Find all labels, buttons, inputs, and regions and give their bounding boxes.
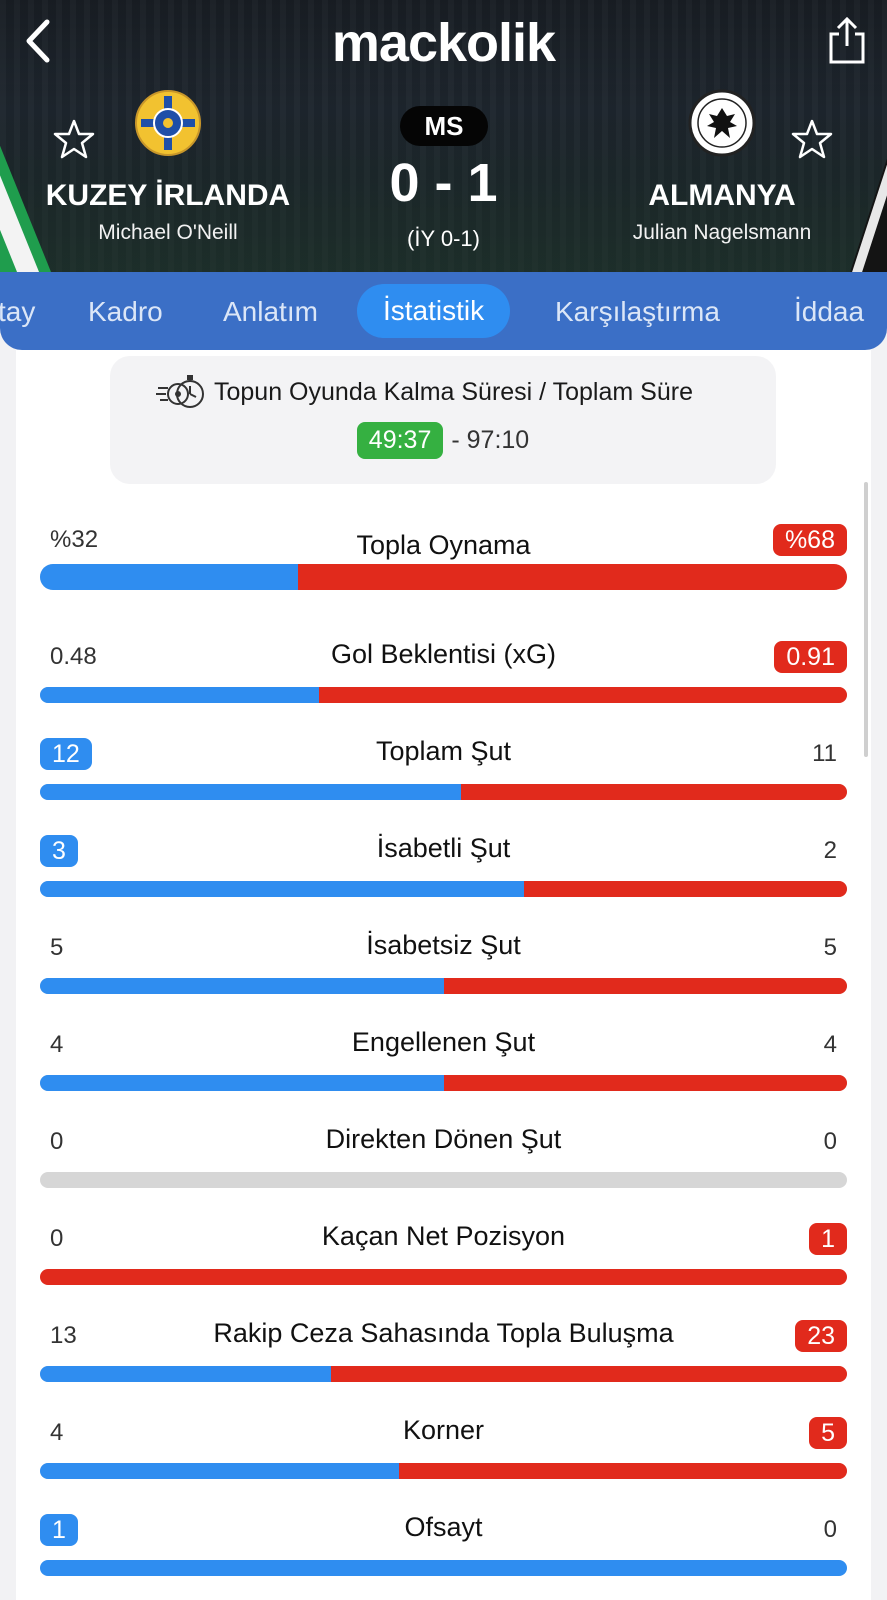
stat-label: İsabetli Şut	[376, 833, 511, 863]
ball-in-play-times: 49:37- 97:10	[110, 422, 776, 459]
stat-row-shots-on-target: 3 İsabetli Şut 2	[40, 827, 847, 907]
total-time: - 97:10	[451, 426, 530, 454]
stat-bar	[40, 784, 847, 800]
stat-row-offsides: 1 Ofsayt 0	[40, 1506, 847, 1586]
stat-away-value: 23	[795, 1320, 847, 1352]
app-logo: mackolik	[331, 13, 556, 73]
stat-bar-home	[40, 978, 444, 994]
tab-kadro[interactable]: Kadro	[88, 292, 163, 332]
stat-row-shots-off-target: 5 İsabetsiz Şut 5	[40, 924, 847, 1004]
stat-away-value: 5	[823, 934, 837, 961]
share-button[interactable]	[825, 16, 869, 66]
stat-bar-away	[318, 687, 847, 703]
stat-away-value: %68	[772, 524, 847, 556]
scrollbar[interactable]	[864, 482, 868, 757]
home-team-crest-icon	[135, 90, 201, 156]
stat-label: Direkten Dönen Şut	[325, 1124, 562, 1154]
stat-row-blocked-shots: 4 Engellenen Şut 4	[40, 1021, 847, 1101]
stat-away-value: 5	[809, 1417, 847, 1449]
stat-bar	[40, 1269, 847, 1285]
stat-away-value: 2	[823, 837, 837, 864]
stat-row-corners: 4 Korner 5	[40, 1409, 847, 1489]
stat-row-touches-in-box: 13 Rakip Ceza Sahasında Topla Buluşma 23	[40, 1312, 847, 1392]
match-score: 0 - 1	[389, 153, 498, 213]
match-tabs: tay Kadro Anlatım İstatistik Karşılaştır…	[0, 272, 887, 350]
stat-away-value: 0	[823, 1128, 837, 1155]
tab-istatistik[interactable]: İstatistik	[357, 284, 511, 338]
stat-bar-home	[40, 1463, 399, 1479]
stat-bar	[40, 1075, 847, 1091]
stat-label: Korner	[402, 1415, 485, 1445]
stat-label: Rakip Ceza Sahasında Topla Buluşma	[213, 1318, 674, 1348]
stat-row-xg: 0.48 Gol Beklentisi (xG) 0.91	[40, 633, 847, 713]
stat-label: Ofsayt	[404, 1512, 483, 1542]
stat-bar-home	[40, 1366, 332, 1382]
stat-row-woodwork: 0 Direkten Dönen Şut 0	[40, 1118, 847, 1198]
tab-detay[interactable]: tay	[0, 292, 35, 332]
stat-label: Topla Oynama	[356, 530, 531, 560]
stat-bar	[40, 687, 847, 703]
stat-away-value: 1	[809, 1223, 847, 1255]
tab-iddaa[interactable]: İddaa	[794, 292, 864, 332]
stat-bar-away	[443, 1075, 847, 1091]
stat-bar-home	[40, 784, 462, 800]
tab-karsilastirma[interactable]: Karşılaştırma	[555, 292, 720, 332]
stat-away-value: 0.91	[774, 641, 847, 673]
stat-bar	[40, 1172, 847, 1188]
stat-bar-away	[40, 1269, 847, 1285]
stopwatch-ball-icon	[156, 375, 204, 408]
match-header: mackolik KUZEY İRLANDA Michael O'Neill A…	[0, 0, 887, 272]
tab-anlatim[interactable]: Anlatım	[223, 292, 318, 332]
stat-bar-away	[461, 784, 847, 800]
stat-bar-away	[331, 1366, 847, 1382]
stat-bar-away	[443, 978, 847, 994]
stat-bar-away	[524, 881, 847, 897]
stat-row-possession: %32 Topla Oynama %68	[40, 516, 847, 596]
halftime-score: (İY 0-1)	[407, 226, 480, 251]
stat-bar-away	[398, 1463, 847, 1479]
stat-bar	[40, 1366, 847, 1382]
stat-away-value: 11	[812, 740, 837, 767]
stat-bar	[40, 1560, 847, 1576]
stat-row-total-shots: 12 Toplam Şut 11	[40, 730, 847, 810]
ball-in-play-time-badge: 49:37	[356, 422, 444, 459]
stat-bar	[40, 978, 847, 994]
stat-bar-away	[298, 564, 847, 590]
away-team-crest-icon	[688, 89, 756, 157]
stat-bar	[40, 1463, 847, 1479]
share-icon	[829, 16, 865, 64]
stat-label: İsabetsiz Şut	[366, 930, 521, 960]
stat-away-value: 0	[823, 1516, 837, 1543]
stat-bar-home	[40, 687, 319, 703]
stat-away-value: 4	[823, 1031, 837, 1058]
stat-bar-home	[40, 564, 299, 590]
stat-label: Engellenen Şut	[351, 1027, 536, 1057]
stat-row-big-chances-missed: 0 Kaçan Net Pozisyon 1	[40, 1215, 847, 1295]
ball-in-play-card: Topun Oyunda Kalma Süresi / Toplam Süre …	[110, 356, 776, 484]
stat-bar-home	[40, 1075, 444, 1091]
stat-label: Toplam Şut	[375, 736, 512, 766]
stat-bar-home	[40, 881, 525, 897]
stat-label: Kaçan Net Pozisyon	[321, 1221, 566, 1251]
stat-bar	[40, 881, 847, 897]
match-status-badge: MS	[400, 106, 488, 146]
ball-in-play-title: Topun Oyunda Kalma Süresi / Toplam Süre	[214, 378, 693, 406]
stat-label: Gol Beklentisi (xG)	[330, 639, 557, 669]
stat-bar-home	[40, 1560, 847, 1576]
stat-bar	[40, 564, 847, 590]
